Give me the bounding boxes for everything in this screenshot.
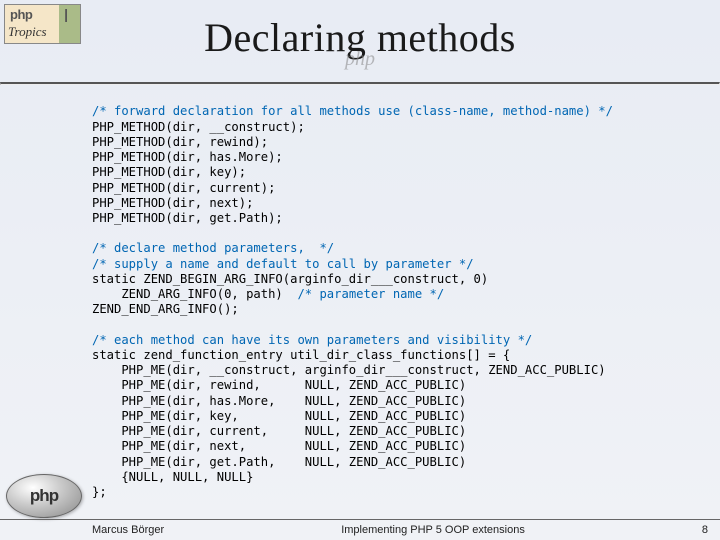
code-block: /* forward declaration for all methods u…	[0, 85, 720, 500]
footer-center: Implementing PHP 5 OOP extensions	[164, 524, 702, 536]
logo-tropics-text: Tropics	[8, 24, 47, 40]
code-text: PHP_METHOD(dir, __construct); PHP_METHOD…	[92, 120, 305, 226]
header: php | Tropics Declaring methods php	[0, 0, 720, 82]
code-comment: /* parameter name */	[297, 287, 444, 301]
code-comment: /* each method can have its own paramete…	[92, 333, 532, 347]
footer-author: Marcus Börger	[92, 524, 164, 536]
code-comment: /* supply a name and default to call by …	[92, 257, 474, 271]
code-text: static ZEND_BEGIN_ARG_INFO(arginfo_dir__…	[92, 272, 488, 286]
code-text: static zend_function_entry util_dir_clas…	[92, 348, 606, 499]
logo-tropics: php | Tropics	[4, 4, 81, 44]
code-comment: /* forward declaration for all methods u…	[92, 104, 613, 118]
php-logo-text: php	[30, 486, 58, 506]
logo-bar: |	[64, 6, 68, 22]
php-logo-icon: php	[6, 474, 82, 518]
code-text: ZEND_ARG_INFO(0, path)	[92, 287, 297, 301]
watermark: php	[345, 48, 375, 71]
footer-page: 8	[702, 524, 708, 536]
code-text: ZEND_END_ARG_INFO();	[92, 302, 239, 316]
code-comment: /* declare method parameters, */	[92, 241, 334, 255]
footer: Marcus Börger Implementing PHP 5 OOP ext…	[0, 519, 720, 540]
logo-php-text: php	[10, 7, 32, 22]
